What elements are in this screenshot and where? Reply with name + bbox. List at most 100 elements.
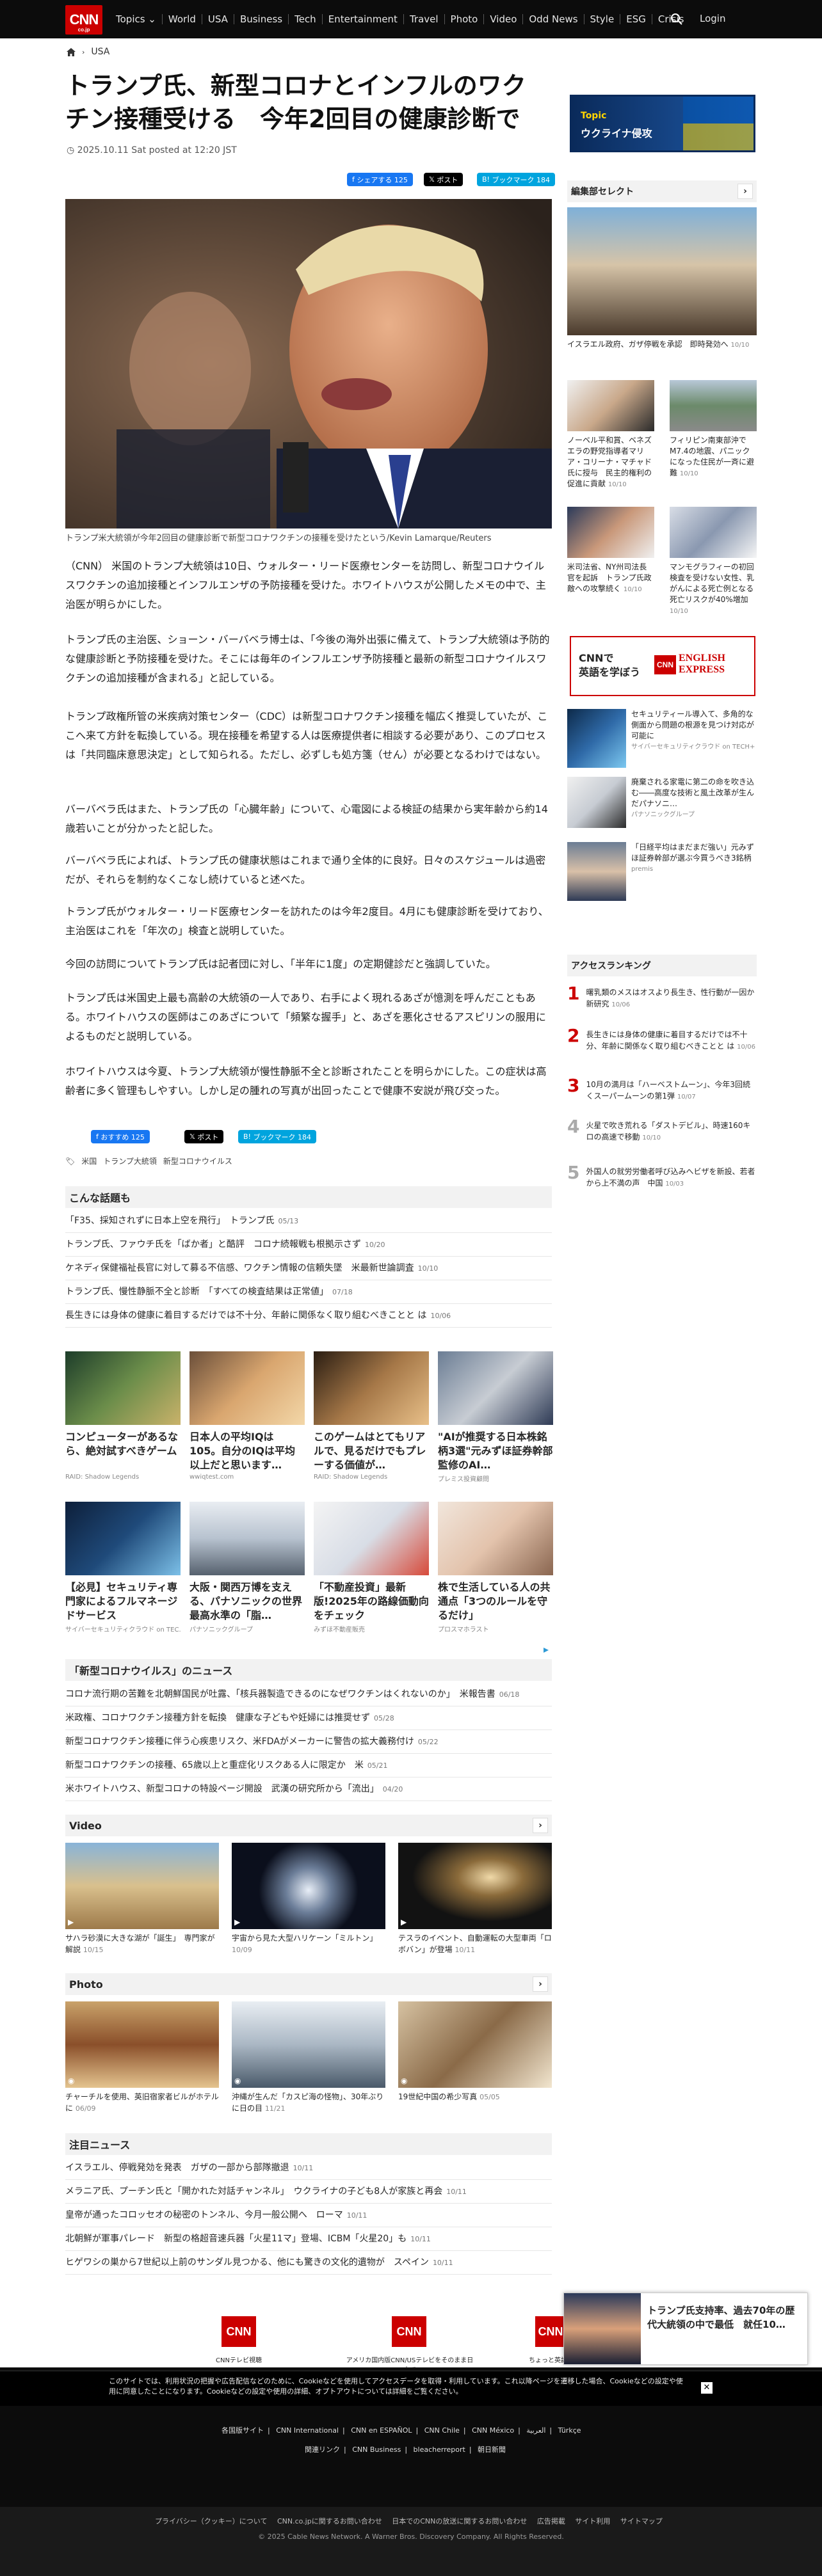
tag-item[interactable]: 米国 <box>81 1156 97 1166</box>
corona-news-link[interactable]: 新型コロナワクチン接種に伴う心疾患リスク、米FDAがメーカーに警告の拡大義務付け… <box>65 1730 552 1754</box>
tag-item[interactable]: トランプ大統領 <box>103 1156 157 1166</box>
corona-news-link[interactable]: 米ホワイトハウス、新型コロナの特設ページ開設 武漢の研究所から「流出」 04/20 <box>65 1777 552 1801</box>
ranking-item[interactable]: 4 火星で吹き荒れる「ダストデビル」、時速160キロの高速で移動 10/10 <box>567 1116 757 1154</box>
footer-link[interactable]: サイト利用 <box>575 2517 610 2525</box>
ukraine-topic-banner[interactable]: Topic ウクライナ侵攻 <box>570 95 755 152</box>
attention-link[interactable]: 皇帝が通ったコロッセオの秘密のトンネル、今月一般公開へ ローマ 10/11 <box>65 2204 552 2227</box>
cnn-us-logo[interactable]: CNN <box>392 2316 426 2347</box>
related-link[interactable]: 長生きには身体の健康に着目するだけでは不十分、年齢に関係なく取り組むべきことと … <box>65 1304 552 1328</box>
nav-business[interactable]: Business <box>234 14 289 24</box>
related-link[interactable]: トランプ氏、慢性静脈不全と診断 「すべての検査結果は正常値」 07/18 <box>65 1280 552 1304</box>
footer-link[interactable]: CNN Chile <box>424 2426 460 2435</box>
select-item-link[interactable]: ノーベル平和賞、ベネズエラの野党指導者マリア・コリーナ・マチャド氏に授与 民主的… <box>567 435 654 490</box>
footer-link[interactable]: プライバシー（クッキー）について <box>155 2517 267 2525</box>
footer-link[interactable]: 各国版サイト <box>222 2426 264 2435</box>
chevron-right-icon[interactable]: › <box>533 1976 548 1992</box>
footer-link[interactable]: CNN Business <box>352 2445 401 2454</box>
ad-card[interactable]: 大阪・関西万博を支える、パナソニックの世界最高水準の「脂… パナソニックグループ <box>189 1502 305 1634</box>
pr-item-image[interactable] <box>567 709 626 768</box>
facebook-recommend-button[interactable]: f おすすめ 125 <box>91 1130 150 1143</box>
pr-item-image[interactable] <box>567 842 626 901</box>
footer-link[interactable]: Türkçe <box>558 2426 581 2435</box>
select-item-link[interactable]: マンモグラフィーの初回検査を受けない女性、乳がんによる死亡例となる死亡リスクが4… <box>670 562 757 617</box>
chevron-right-icon[interactable]: › <box>737 184 753 199</box>
video-card[interactable]: ▶ 宇宙から見た大型ハリケーン「ミルトン」 10/09 <box>232 1843 385 1956</box>
pr-item-link[interactable]: セキュリティール導入て、多角的な側面から問題の根源を見つけ対応が可能に サイバーセ… <box>631 709 757 752</box>
photo-card[interactable]: ◉ 19世紀中国の希少写真 05/05 <box>398 2001 552 2103</box>
chevron-right-icon[interactable]: › <box>533 1818 548 1833</box>
search-icon[interactable] <box>669 12 684 27</box>
nav-tech[interactable]: Tech <box>289 14 323 24</box>
related-link[interactable]: 「F35、採知されずに日本上空を飛行」 トランプ氏 05/13 <box>65 1209 552 1233</box>
select-item-image[interactable] <box>670 507 757 558</box>
adchoices-icon[interactable] <box>543 1647 549 1653</box>
nav-esg[interactable]: ESG <box>620 14 652 24</box>
select-item-image[interactable] <box>670 380 757 431</box>
pr-item-link[interactable]: 廃棄される家電に第二の命を吹き込む――高度な技術と風土改革が生んだパナソニ… パナ… <box>631 777 757 820</box>
ranking-item[interactable]: 1 曙乳類のメスはオスより長生き、性行動が一因か 新研究 10/06 <box>567 983 762 1021</box>
home-icon[interactable] <box>67 47 76 56</box>
footer-link[interactable]: bleacherreport <box>414 2445 465 2454</box>
related-link[interactable]: ケネディ保健福祉長官に対して募る不信感、ワクチン情報の信頼失墜 米最新世論調査 1… <box>65 1257 552 1280</box>
ranking-item[interactable]: 5 外国人の就労労働者呼び込みへビザを新設、若者から上不満の声 中国 10/03 <box>567 1162 757 1200</box>
nav-style[interactable]: Style <box>584 14 621 24</box>
hatena-bookmark-button[interactable]: B! ブックマーク 184 <box>477 173 555 186</box>
attention-link[interactable]: ヒゲワシの巣から7世紀以上前のサンダル見つかる、他にも驚きの文化的遺物が スペイ… <box>65 2251 552 2275</box>
pr-item-image[interactable] <box>567 777 626 828</box>
corona-news-link[interactable]: 新型コロナワクチンの接種、65歳以上と重症化リスクある人に限定か 米 05/21 <box>65 1754 552 1777</box>
ad-card[interactable]: コンピューターがあるなら、絶対試すべきゲーム RAID: Shadow Legen… <box>65 1351 181 1481</box>
attention-link[interactable]: メラニア氏、プーチン氏と「開かれた対話チャンネル」 ウクライナの子ども8人が家族… <box>65 2180 552 2204</box>
english-express-footer-logo[interactable]: CNN <box>535 2316 566 2347</box>
cnn-logo[interactable]: CNN co.jp <box>65 5 102 35</box>
nav-usa[interactable]: USA <box>202 14 234 24</box>
ad-card[interactable]: 日本人の平均IQは105。自分のIQは平均以上だと思います… wwiqtest.c… <box>189 1351 305 1481</box>
x-post-button[interactable]: 𝕏 ポスト <box>424 173 463 186</box>
ranking-item[interactable]: 3 10月の満月は「ハーベストムーン」、今年3回続くスーパームーンの第1弾 10/… <box>567 1075 757 1113</box>
corona-news-link[interactable]: コロナ流行期の苦難を北朝鮮国民が吐露、「核兵器製造できるのになぜワクチンはくれな… <box>65 1683 552 1706</box>
select-item-image[interactable] <box>567 380 654 431</box>
x-post-button-bottom[interactable]: 𝕏 ポスト <box>184 1130 224 1143</box>
cnn-tv-label[interactable]: CNNテレビ視聴 <box>192 2355 286 2364</box>
nav-travel[interactable]: Travel <box>404 14 445 24</box>
footer-link[interactable]: 関連リンク <box>305 2445 340 2454</box>
footer-link[interactable]: CNN.co.jpに関するお問い合わせ <box>277 2517 382 2525</box>
attention-link[interactable]: イスラエル、停戦発効を発表 ガザの一部から部隊撤退 10/11 <box>65 2156 552 2180</box>
select-item-image[interactable] <box>567 507 654 558</box>
ranking-item[interactable]: 2 長生きには身体の健康に着目するだけでは不十分、年齢に関係なく取り組むべきことと… <box>567 1025 757 1063</box>
pr-item-link[interactable]: 「日経平均はまだまだ強い」元みずほ証券幹部が選ぶ今買うべき3銘柄 premis <box>631 842 757 875</box>
select-main-link[interactable]: イスラエル政府、ガザ停戦を承認 即時発効へ 10/10 <box>567 339 757 351</box>
video-card[interactable]: ▶ テスラのイベント、自動運転の大型車両「ロボバン」が登場 10/11 <box>398 1843 552 1956</box>
nav-photo[interactable]: Photo <box>445 14 485 24</box>
nav-world[interactable]: World <box>163 14 202 24</box>
login-link[interactable]: Login <box>700 13 725 24</box>
english-express-banner[interactable]: CNNで 英語を学ぼう CNN ENGLISH EXPRESS <box>570 636 755 696</box>
related-link[interactable]: トランプ氏、ファウチ氏を「ばか者」と酷評 コロナ続報戦も根拠示さず 10/20 <box>65 1233 552 1257</box>
hatena-bookmark-button-bottom[interactable]: B! ブックマーク 184 <box>238 1130 316 1143</box>
photo-card[interactable]: ◉ チャーチルを使用、英旧宿家者ビルがホテルに 06/09 <box>65 2001 219 2115</box>
footer-link[interactable]: CNN en ESPAÑOL <box>351 2426 412 2435</box>
recommended-popup[interactable]: トランプ氏支持率、過去70年の歴代大統領の中で最低 就任10… <box>563 2293 808 2365</box>
tag-item[interactable]: 新型コロナウイルス <box>163 1156 232 1166</box>
footer-link[interactable]: CNN México <box>472 2426 514 2435</box>
ad-card[interactable]: "AIが推奨する日本株銘柄3選"元みずほ証券幹部監修のAI… プレミス投資顧問 <box>438 1351 553 1483</box>
nav-entertainment[interactable]: Entertainment <box>323 14 404 24</box>
ad-card[interactable]: 「不動産投資」最新版!2025年の路線価動向をチェック みずほ不動産販売 <box>314 1502 429 1634</box>
photo-card[interactable]: ◉ 沖縄が生んだ「カスピ海の怪物」、30年ぶりに日の目 11/21 <box>232 2001 385 2115</box>
breadcrumb-section[interactable]: USA <box>91 47 109 57</box>
facebook-share-button[interactable]: f シェアする 125 <box>347 173 413 186</box>
footer-link[interactable]: 朝日新聞 <box>478 2445 506 2454</box>
video-card[interactable]: ▶ サハラ砂漠に大きな湖が「誕生」 専門家が解説 10/15 <box>65 1843 219 1956</box>
nav-topics[interactable]: Topics ⌄ <box>110 14 163 24</box>
footer-link[interactable]: 広告掲載 <box>537 2517 565 2525</box>
footer-link[interactable]: サイトマップ <box>620 2517 663 2525</box>
footer-link[interactable]: العربية <box>526 2426 545 2435</box>
cnn-tv-logo[interactable]: CNN <box>222 2316 256 2347</box>
select-item-link[interactable]: フィリピン南東部沖でM7.4の地震、パニックになった住民が一斉に避難 10/10 <box>670 435 757 479</box>
select-main-image[interactable] <box>567 207 757 335</box>
ad-card[interactable]: 株で生活している人の共通点「3つのルールを守るだけ」 プロスマホラスト <box>438 1502 553 1634</box>
close-icon[interactable]: ✕ <box>701 2382 713 2394</box>
attention-link[interactable]: 北朝鮮が軍事パレード 新型の格超音速兵器「火星11マ」登場、ICBM「火星20」… <box>65 2227 552 2251</box>
footer-link[interactable]: 日本でのCNNの放送に関するお問い合わせ <box>392 2517 527 2525</box>
nav-oddnews[interactable]: Odd News <box>523 14 584 24</box>
ad-card[interactable]: このゲームはとてもリアルで、見るだけでもプレーする価値が… RAID: Shado… <box>314 1351 429 1481</box>
